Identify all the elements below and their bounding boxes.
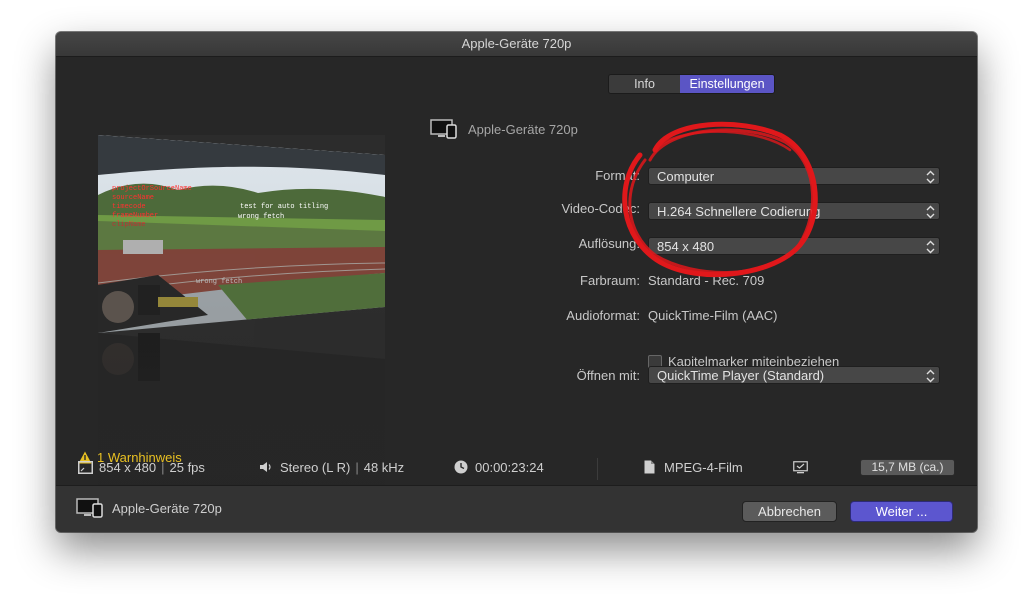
codec-label: Video-Codec: [561,201,640,216]
svg-text:projectOrSourceName: projectOrSourceName [112,185,192,193]
separator-pipe: | [161,459,165,475]
next-button[interactable]: Weiter ... [850,501,953,522]
tab-info[interactable]: Info [609,75,680,93]
resolution-summary: 854 x 480 | 25 fps [78,458,205,476]
dialog-body: Info Einstellungen projectOrSourceName s… [56,57,977,515]
file-icon [644,460,655,474]
colorspace-label: Farbraum: [580,273,640,288]
footer-device-name: Apple-Geräte 720p [112,500,222,516]
audio-summary: Stereo (L R) | 48 kHz [259,458,404,476]
duration-summary: 00:00:23:24 [454,458,544,476]
popup-arrows-icon [926,205,935,219]
summary-fps: 25 fps [169,459,205,475]
svg-text:sourceName: sourceName [112,194,154,202]
codec-value: H.264 Schnellere Codierung [657,204,821,219]
summary-samplerate: 48 kHz [363,459,405,475]
format-value: Computer [657,169,715,184]
format-label: Format: [595,168,640,183]
overlay-text-1: test for auto titling [240,203,328,211]
container-summary: MPEG-4-Film [644,458,743,476]
colorspace-value: Standard - Rec. 709 [648,273,765,288]
tab-switcher: Info Einstellungen [608,74,775,94]
display-icon [793,460,808,473]
resolution-label: Auflösung: [578,236,640,251]
speaker-icon [260,462,271,472]
device-name: Apple-Geräte 720p [468,121,578,137]
footer-device: Apple-Geräte 720p [76,498,222,518]
device-header: Apple-Geräte 720p [430,119,578,139]
file-size-badge: 15,7 MB (ca.) [860,459,955,476]
resolution-value: 854 x 480 [657,239,715,254]
format-popup[interactable]: Computer [648,167,940,185]
popup-arrows-icon [926,170,935,184]
cancel-button[interactable]: Abbrechen [742,501,837,522]
tab-settings[interactable]: Einstellungen [680,75,774,93]
clock-icon [454,460,468,474]
open-with-value: QuickTime Player (Standard) [657,368,825,383]
dialog-footer: Apple-Geräte 720p Abbrechen Weiter ... [56,485,977,532]
computer-phone-icon [76,498,103,518]
summary-audio: Stereo (L R) [280,459,351,475]
separator-pipe: | [355,459,359,475]
computer-phone-icon [430,119,458,139]
codec-popup[interactable]: H.264 Schnellere Codierung [648,202,940,220]
popup-arrows-icon [926,369,935,383]
summary-duration: 00:00:23:24 [475,459,544,475]
audio-value: QuickTime-Film (AAC) [648,308,778,323]
resolution-popup[interactable]: 854 x 480 [648,237,940,255]
frame-size-icon [78,460,93,474]
audio-label: Audioformat: [566,308,640,323]
overlay-text-2: wrong fetch [238,213,284,221]
window-title: Apple-Geräte 720p [56,32,977,57]
summary-resolution: 854 x 480 [99,459,157,475]
summary-container: MPEG-4-Film [664,459,743,475]
svg-text:frameNumber: frameNumber [112,212,158,220]
share-dialog: Apple-Geräte 720p Info Einstellungen pro… [56,32,977,532]
popup-arrows-icon [926,240,935,254]
divider [597,458,598,480]
svg-text:timecode: timecode [112,203,146,211]
open-with-popup[interactable]: QuickTime Player (Standard) [648,366,940,384]
output-summary: 854 x 480 | 25 fps Stereo (L R) | 48 kHz… [56,458,977,482]
display-summary [793,458,808,476]
open-with-label: Öffnen mit: [576,368,640,383]
